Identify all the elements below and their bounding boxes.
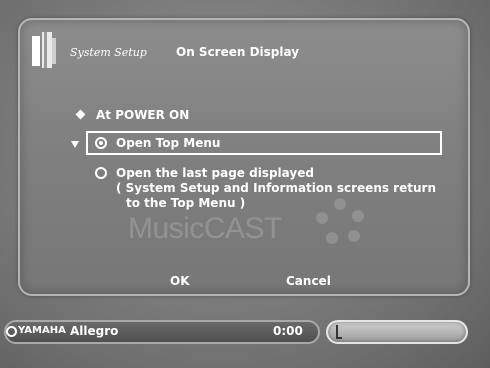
radio-icon[interactable] — [95, 167, 107, 179]
setup-logo-icon — [32, 32, 56, 68]
app-label: System Setup — [70, 46, 147, 59]
yamaha-logo-icon — [6, 326, 17, 337]
cancel-button[interactable]: Cancel — [286, 274, 331, 288]
ok-button[interactable]: OK — [170, 274, 190, 288]
level-marker-icon — [336, 325, 342, 339]
option-label: Open Top Menu — [116, 136, 221, 150]
musiccast-watermark: MusicCAST — [128, 212, 282, 245]
brand-label: YAMAHA — [18, 325, 66, 336]
musiccast-logo-icon — [312, 198, 372, 248]
page-title: On Screen Display — [176, 45, 300, 59]
option-label[interactable]: Open the last page displayed — [116, 166, 314, 180]
track-name: Allegro — [70, 324, 119, 338]
option-note: ( System Setup and Information screens r… — [116, 181, 436, 195]
cursor-arrow-icon — [71, 141, 79, 148]
track-time: 0:00 — [273, 324, 303, 338]
section-heading: At POWER ON — [96, 108, 190, 122]
dialog-panel — [18, 18, 470, 296]
screen: System Setup On Screen Display At POWER … — [0, 0, 490, 368]
level-meter — [326, 320, 468, 344]
option-note: to the Top Menu ) — [126, 196, 246, 210]
radio-icon[interactable] — [95, 137, 107, 149]
